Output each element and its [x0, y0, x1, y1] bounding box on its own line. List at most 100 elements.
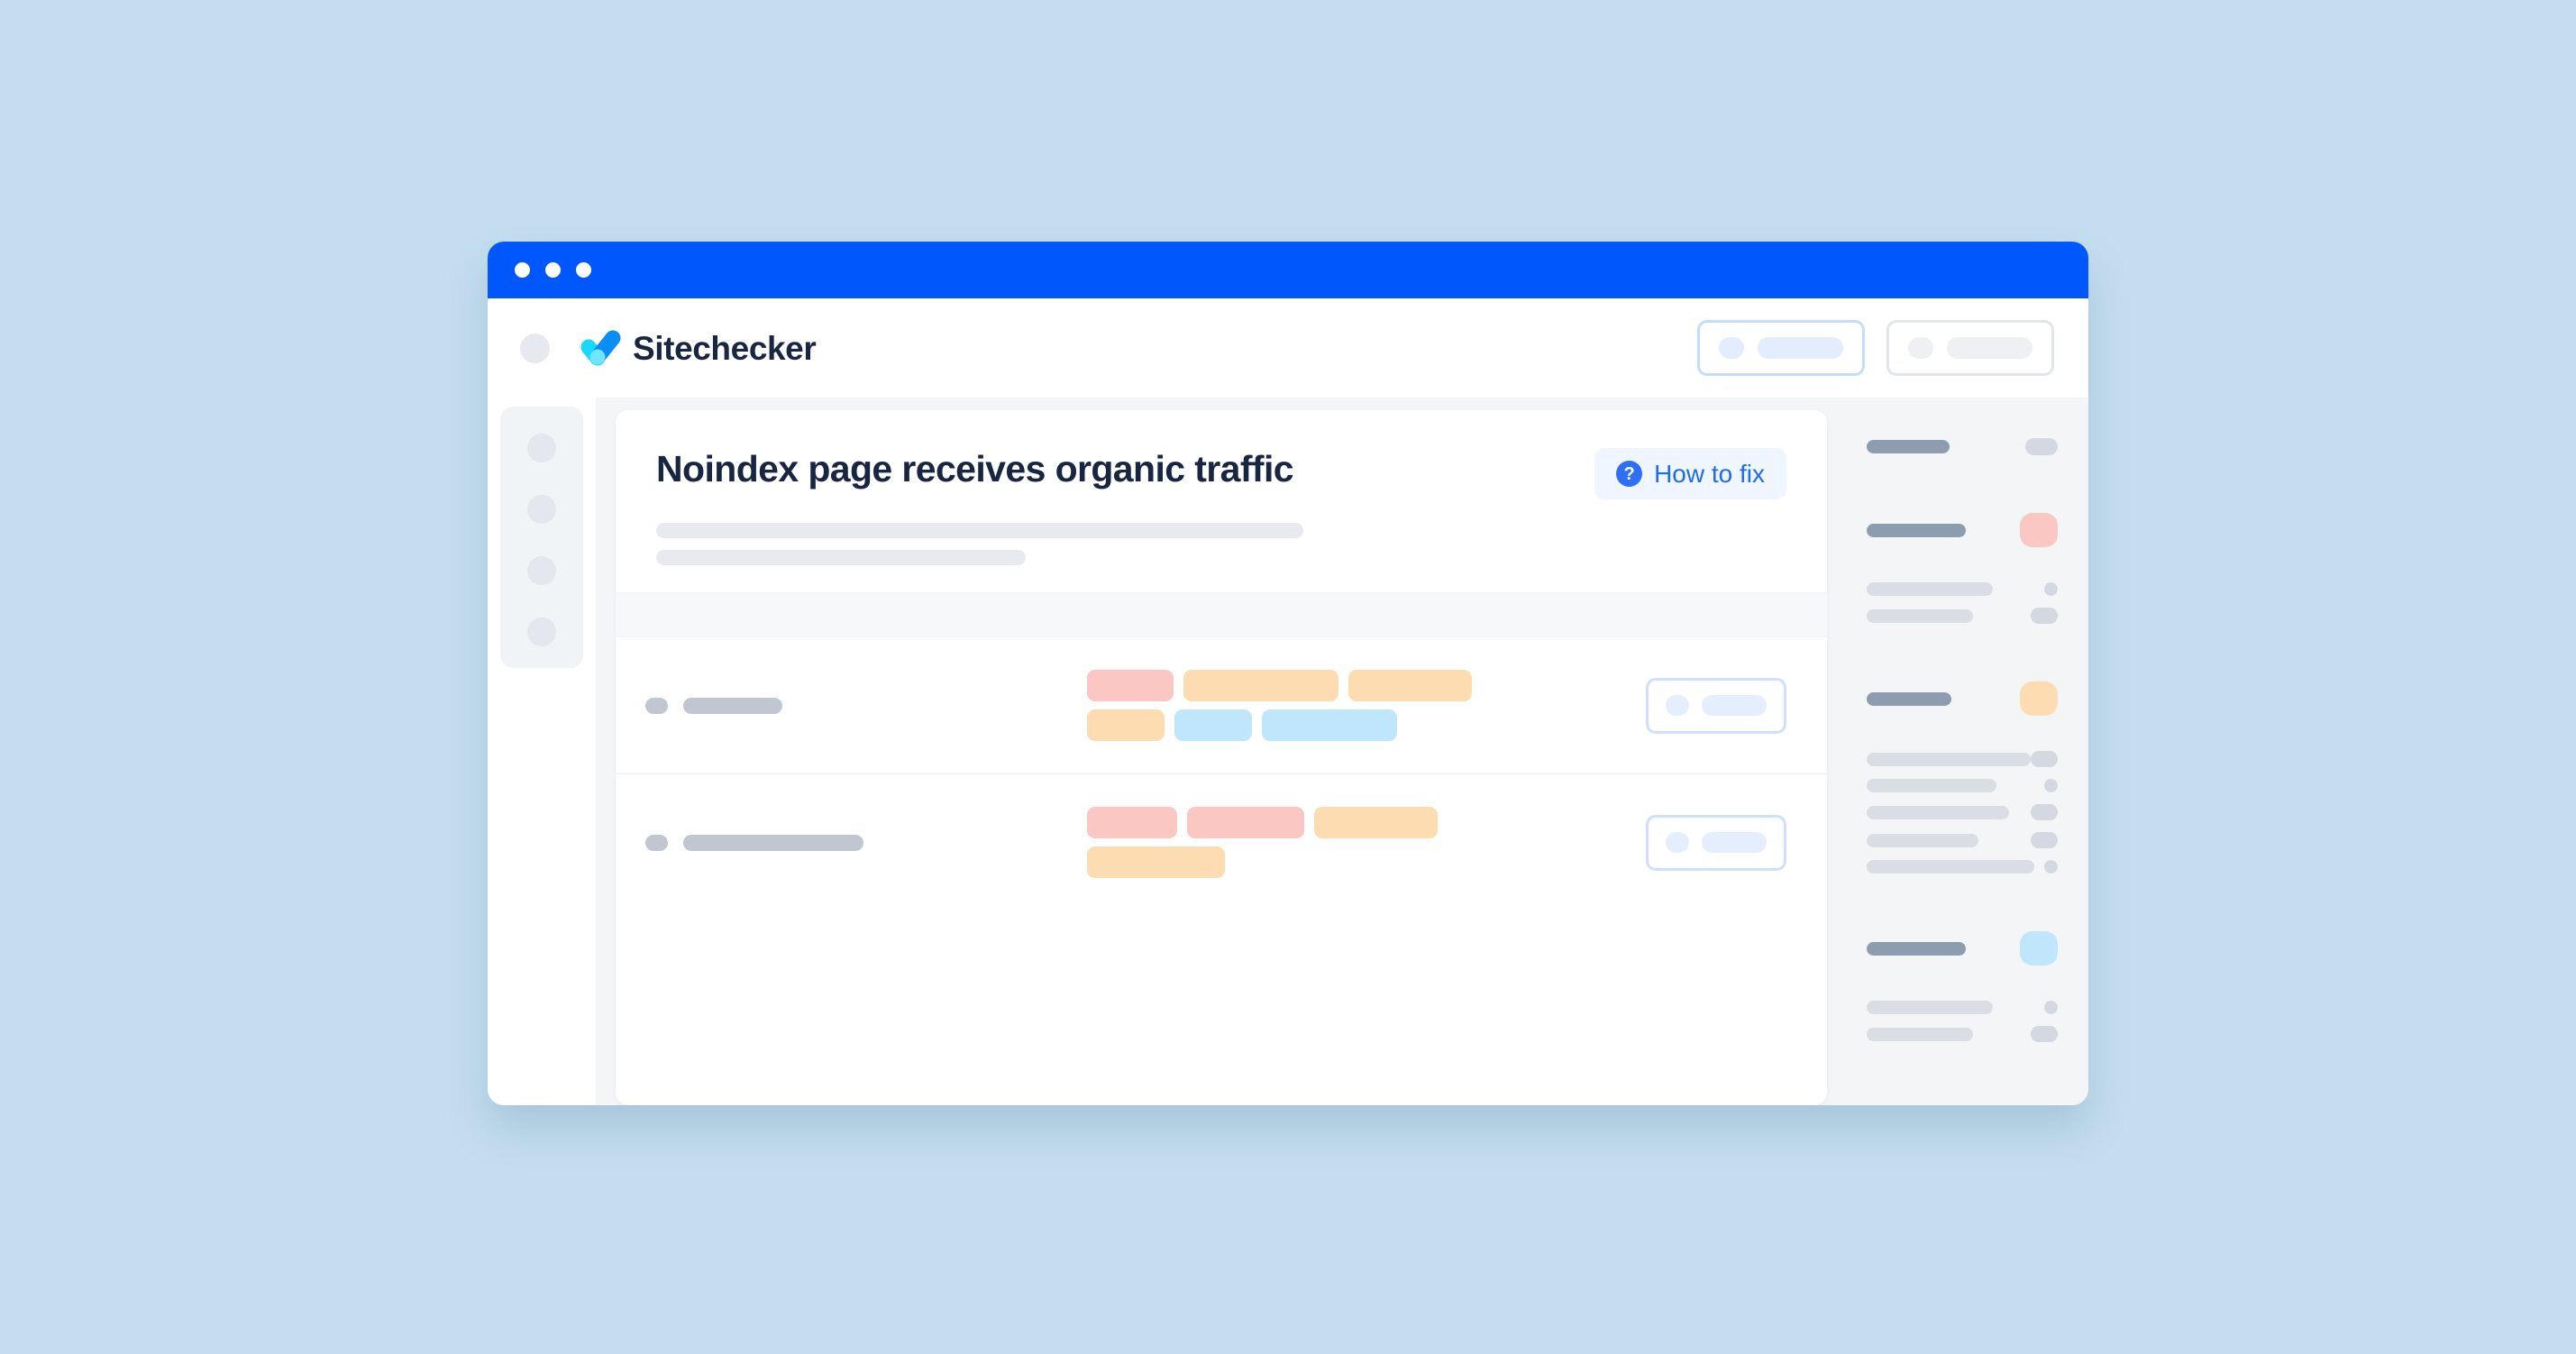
tag-orange[interactable] [1183, 670, 1338, 701]
app-header: Sitechecker [488, 298, 2088, 398]
item-label-placeholder [1867, 608, 1973, 623]
item-label-placeholder [1867, 779, 1996, 792]
table-row[interactable] [616, 774, 1827, 910]
right-panel-item[interactable] [1867, 582, 2058, 596]
tag-orange[interactable] [1314, 807, 1438, 838]
group-gap [1867, 885, 2058, 909]
window-titlebar [488, 242, 2088, 298]
group-gap [1867, 636, 2058, 659]
minimize-dot-icon[interactable] [545, 262, 561, 278]
item-count-badge [2044, 779, 2058, 792]
close-dot-icon[interactable] [515, 262, 530, 278]
header-primary-button[interactable] [1697, 320, 1865, 376]
placeholder-label [1758, 337, 1843, 359]
item-label-placeholder [1867, 1027, 1973, 1041]
right-panel-item[interactable] [1867, 832, 2058, 848]
row-status-dot-icon [645, 834, 668, 851]
main-content: Noindex page receives organic traffic ? … [596, 398, 1847, 1105]
group-label-placeholder [1867, 691, 1951, 706]
issue-table [616, 637, 1827, 910]
description-line-1 [656, 523, 1303, 538]
tag-blue[interactable] [1174, 709, 1252, 741]
how-to-fix-button[interactable]: ? How to fix [1594, 448, 1786, 499]
tag-pink[interactable] [1187, 807, 1304, 838]
group-gap [1867, 1054, 2058, 1077]
status-badge [2020, 682, 2058, 716]
right-panel-item[interactable] [1867, 608, 2058, 624]
maximize-dot-icon[interactable] [576, 262, 591, 278]
item-label-placeholder [1867, 582, 1993, 596]
item-label-placeholder [1867, 805, 2009, 819]
issue-card: Noindex page receives organic traffic ? … [616, 410, 1827, 1105]
row-action-button[interactable] [1646, 677, 1786, 734]
item-count-badge [2044, 1001, 2058, 1014]
group-gap [1867, 467, 2058, 490]
item-count-badge [2031, 608, 2058, 624]
right-panel-group-header[interactable] [1867, 513, 2058, 547]
placeholder-label [1947, 337, 2032, 359]
status-badge [2020, 513, 2058, 547]
status-badge [2020, 931, 2058, 965]
right-panel-group-header[interactable] [1867, 682, 2058, 716]
tag-pink[interactable] [1087, 807, 1177, 838]
right-panel-group-header[interactable] [1867, 931, 2058, 965]
placeholder-dot-icon [1908, 337, 1933, 359]
item-label-placeholder [1867, 1001, 1993, 1014]
status-badge [2025, 438, 2058, 455]
group-label-placeholder [1867, 523, 1966, 537]
right-panel-item[interactable] [1867, 779, 2058, 792]
tag-orange[interactable] [1087, 709, 1165, 741]
tag-blue[interactable] [1262, 709, 1397, 741]
item-label-placeholder [1867, 752, 2031, 766]
row-action-button[interactable] [1646, 814, 1786, 871]
group-label-placeholder [1867, 941, 1966, 956]
right-panel-item[interactable] [1867, 751, 2058, 767]
item-count-badge [2031, 832, 2058, 848]
app-body: Noindex page receives organic traffic ? … [488, 398, 2088, 1105]
right-panel-group [1867, 931, 2058, 1077]
row-label [645, 834, 1087, 851]
header-secondary-button[interactable] [1886, 320, 2054, 376]
tag-orange[interactable] [1348, 670, 1472, 701]
group-label-placeholder [1867, 440, 1950, 453]
left-sidebar [488, 398, 596, 1105]
right-panel-group [1867, 513, 2058, 659]
placeholder-label [1702, 695, 1767, 716]
brand: Sitechecker [580, 329, 817, 367]
sidebar-item-nav-circle-icon-1[interactable] [527, 434, 556, 462]
header-actions [1697, 320, 2054, 376]
table-row[interactable] [616, 637, 1827, 774]
sidebar-item-nav-circle-icon-2[interactable] [527, 495, 556, 524]
placeholder-dot-icon [1666, 832, 1689, 853]
item-count-badge [2044, 582, 2058, 596]
item-count-badge [2044, 860, 2058, 874]
right-panel-item[interactable] [1867, 1026, 2058, 1042]
item-label-placeholder [1867, 833, 1978, 847]
sidebar-item-nav-circle-icon-3[interactable] [527, 556, 556, 585]
row-tags [1087, 670, 1538, 741]
item-count-badge [2031, 804, 2058, 820]
right-panel-item[interactable] [1867, 860, 2058, 874]
right-panel-item[interactable] [1867, 804, 2058, 820]
sitechecker-check-logo-icon [580, 329, 621, 367]
right-panel-item[interactable] [1867, 1001, 2058, 1014]
tag-pink[interactable] [1087, 670, 1174, 701]
sidebar-nav [500, 407, 583, 668]
right-panel-group-header[interactable] [1867, 438, 2058, 455]
tag-orange[interactable] [1087, 846, 1225, 878]
placeholder-dot-icon [1666, 695, 1689, 716]
row-tags [1087, 807, 1538, 878]
placeholder-dot-icon [1719, 337, 1744, 359]
sidebar-item-nav-circle-icon-4[interactable] [527, 618, 556, 646]
right-panel [1847, 398, 2088, 1105]
item-count-badge [2031, 751, 2058, 767]
how-to-fix-label: How to fix [1654, 459, 1765, 488]
item-label-placeholder [1867, 860, 2034, 874]
description-line-2 [656, 550, 1026, 565]
menu-dot-icon[interactable] [520, 333, 550, 363]
row-url-placeholder [683, 697, 782, 714]
item-count-badge [2031, 1026, 2058, 1042]
